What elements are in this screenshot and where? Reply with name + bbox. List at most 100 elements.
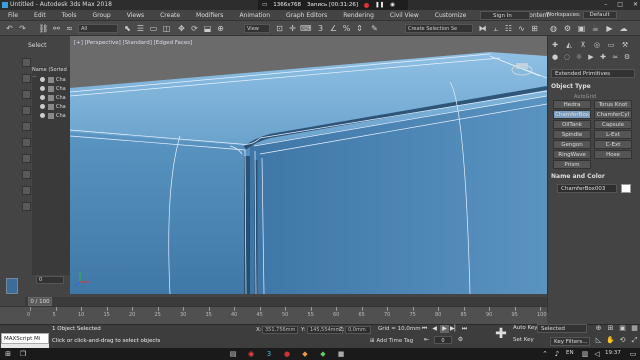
key-mode-icon[interactable]: ⇤	[422, 336, 431, 344]
lights-icon[interactable]: ☼	[573, 52, 585, 62]
browser-icon[interactable]: ◉	[246, 349, 256, 359]
zoom-all-icon[interactable]: ⊞	[606, 324, 615, 333]
start-icon[interactable]: ⊞	[3, 349, 13, 359]
list-item[interactable]: Cha	[40, 76, 70, 84]
shapes-icon[interactable]: ◌	[561, 52, 573, 62]
select-object-icon[interactable]: ⬉	[122, 23, 133, 34]
maximize-viewport-icon[interactable]: ⤢	[630, 336, 639, 345]
render-setup-icon[interactable]: ⚙	[562, 23, 573, 34]
visibility-icon[interactable]	[40, 77, 45, 82]
next-frame-icon[interactable]: ▶▏	[450, 325, 459, 333]
close-icon[interactable]: ✕	[633, 0, 638, 10]
menu-item-views[interactable]: Views	[119, 12, 152, 19]
viewcube-mini-icon[interactable]	[6, 278, 18, 294]
selection-filter[interactable]: All	[78, 24, 118, 33]
keyboard-shortcut-icon[interactable]: ⌨	[300, 23, 312, 34]
spindle-button[interactable]: Spindle	[553, 130, 591, 139]
maxscript-listener[interactable]: MAXScript Mi	[1, 333, 49, 344]
z-coordinate-field[interactable]: 0,0mm	[345, 326, 371, 334]
display-none-icon[interactable]	[22, 58, 31, 67]
bind-space-warp-icon[interactable]: ≈	[64, 23, 75, 34]
chamferbox-button[interactable]: ChamferBox	[553, 110, 591, 119]
time-slider[interactable]: 0 / 100	[28, 297, 52, 306]
minimize-icon[interactable]: –	[604, 0, 607, 10]
placement-icon[interactable]: ⊕	[215, 23, 226, 34]
zoom-icon[interactable]: ⊕	[594, 324, 603, 333]
maximize-icon[interactable]: □	[617, 0, 623, 10]
window-crossing-icon[interactable]: ◫	[161, 23, 172, 34]
y-coordinate-field[interactable]: 145,554mm	[307, 326, 343, 334]
list-item[interactable]: Cha	[40, 85, 70, 93]
menu-item-modifiers[interactable]: Modifiers	[188, 12, 231, 19]
display-geometry-icon[interactable]	[22, 74, 31, 83]
angle-snap-icon[interactable]: ∠	[328, 23, 339, 34]
app-icon-orange[interactable]: ◆	[300, 349, 310, 359]
display-shapes-icon[interactable]	[22, 90, 31, 99]
explorer-column-header[interactable]: Name (Sorted ...	[32, 67, 70, 79]
align-icon[interactable]: ⫠	[490, 23, 501, 34]
record-icon[interactable]	[364, 2, 370, 8]
schematic-view-icon[interactable]: ⊞	[529, 23, 540, 34]
display-spacewarps-icon[interactable]	[22, 154, 31, 163]
perspective-viewport[interactable]	[70, 36, 547, 294]
menu-item-group[interactable]: Group	[84, 12, 118, 19]
object-type-rollout[interactable]: Object Type	[551, 82, 635, 91]
display-lights-icon[interactable]	[22, 106, 31, 115]
language-indicator[interactable]: EN	[566, 350, 574, 356]
object-color-swatch[interactable]	[621, 184, 631, 193]
spinner-snap-icon[interactable]: ⇕	[354, 23, 365, 34]
3ds-max-icon[interactable]: 3	[264, 349, 274, 359]
material-editor-icon[interactable]: ◍	[548, 23, 559, 34]
helpers-icon[interactable]: ✚	[597, 52, 609, 62]
unlink-icon[interactable]: ⚯	[51, 23, 62, 34]
hose-button[interactable]: Hose	[594, 150, 632, 159]
visibility-icon[interactable]	[40, 86, 45, 91]
time-configuration-icon[interactable]: ⚙	[456, 336, 465, 344]
named-selection-set[interactable]: Create Selection Se	[405, 24, 473, 33]
cameras-icon[interactable]: ▶	[585, 52, 597, 62]
prism-button[interactable]: Prism	[553, 160, 591, 169]
menu-item-animation[interactable]: Animation	[231, 12, 278, 19]
torus-knot-button[interactable]: Torus Knot	[594, 100, 632, 109]
list-item[interactable]: Cha	[40, 103, 70, 111]
recorder-icon[interactable]: ●	[282, 349, 292, 359]
utilities-tab-icon[interactable]: ⚒	[619, 40, 631, 50]
display-cameras-icon[interactable]	[22, 122, 31, 131]
a360-icon[interactable]: ☁	[618, 23, 629, 34]
select-by-name-icon[interactable]: ☰	[135, 23, 146, 34]
display-invert-icon[interactable]	[22, 186, 31, 195]
go-to-end-icon[interactable]: ⏭	[460, 325, 469, 333]
camera-icon[interactable]: ◉	[390, 2, 395, 8]
l-ext-button[interactable]: L-Ext	[594, 130, 632, 139]
snap-toggle-icon[interactable]: 3	[315, 23, 326, 34]
modify-tab-icon[interactable]: ◭	[563, 40, 575, 50]
app-icon-grey[interactable]: ■	[336, 349, 346, 359]
rendered-frame-window-icon[interactable]: ▣	[576, 23, 587, 34]
menu-item-customize[interactable]: Customize	[427, 12, 475, 19]
gengon-button[interactable]: Gengon	[553, 140, 591, 149]
app-icon-green[interactable]: ◆	[318, 349, 328, 359]
oiltank-button[interactable]: OilTank	[553, 120, 591, 129]
hedra-button[interactable]: Hedra	[553, 100, 591, 109]
display-all-icon[interactable]	[22, 170, 31, 179]
percent-snap-icon[interactable]: %	[341, 23, 352, 34]
zoom-extents-all-icon[interactable]: ▦	[630, 324, 639, 333]
create-tab-icon[interactable]: ✚	[549, 40, 561, 50]
speaker-icon[interactable]: ◁	[592, 349, 602, 359]
key-selection-dropdown[interactable]: Selected	[537, 324, 587, 333]
layer-dropdown[interactable]: 0	[36, 276, 64, 284]
workspaces-select[interactable]: Default	[582, 11, 617, 19]
redo-icon[interactable]: ↷	[17, 23, 28, 34]
geometry-icon[interactable]: ●	[549, 52, 561, 62]
x-coordinate-field[interactable]: 351,756mm	[262, 326, 298, 334]
hierarchy-tab-icon[interactable]: ⊼	[577, 40, 589, 50]
reference-coordinate-system[interactable]: View	[244, 24, 270, 33]
notifications-icon[interactable]: ▭	[628, 349, 638, 359]
edit-named-selection-icon[interactable]: ✎	[369, 23, 380, 34]
zoom-extents-icon[interactable]: ▣	[618, 324, 627, 333]
auto-key-button[interactable]: Auto Key	[513, 325, 538, 331]
previous-frame-icon[interactable]: ◀	[430, 325, 439, 333]
scene-explorer-tab[interactable]: Select	[0, 42, 70, 51]
explorer-icon[interactable]: ▤	[228, 349, 238, 359]
object-name-field[interactable]: ChamferBox003	[557, 184, 617, 193]
